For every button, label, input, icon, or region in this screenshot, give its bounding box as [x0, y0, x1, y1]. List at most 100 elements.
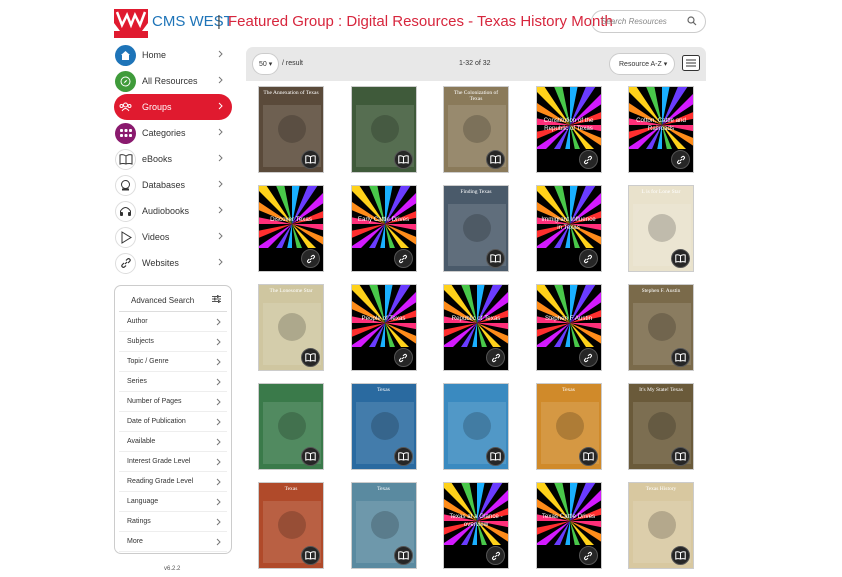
book-icon[interactable] — [393, 150, 413, 169]
resource-card[interactable]: The Annexation of Texas — [258, 86, 324, 173]
resource-card[interactable]: The Lonesome Star — [258, 284, 324, 371]
filter-language[interactable]: Language — [119, 492, 227, 512]
book-icon[interactable] — [301, 150, 320, 169]
sidebar-item-websites[interactable]: Websites — [114, 250, 232, 276]
categories-icon — [115, 122, 136, 144]
resource-title: Texas Cattle Drives — [541, 513, 596, 520]
advanced-search-panel: Advanced Search Author Subjects Topic / Ge… — [114, 285, 232, 554]
advanced-search-title: Advanced Search — [131, 296, 195, 305]
book-icon[interactable] — [301, 348, 320, 367]
per-page-label: / result — [282, 60, 304, 67]
resource-card[interactable]: Texas — [350, 383, 417, 470]
resource-card[interactable]: Texas Cattle Drives — [535, 482, 602, 569]
filter-number-of-pages[interactable]: Number of Pages — [119, 392, 227, 412]
resource-card[interactable]: Republic of Texas — [443, 284, 509, 371]
sidebar-item-label: Videos — [142, 232, 170, 242]
filter-date-of-publication[interactable]: Date of Publication — [119, 412, 227, 432]
filter-label: Author — [127, 318, 148, 325]
list-view-icon[interactable] — [682, 55, 700, 71]
filter-more[interactable]: More — [119, 532, 227, 552]
resource-card[interactable]: Texas at a Glance - overview — [443, 482, 509, 569]
link-icon[interactable] — [393, 249, 413, 268]
link-icon[interactable] — [486, 348, 505, 367]
book-icon[interactable] — [486, 249, 505, 268]
school-logo[interactable] — [114, 9, 148, 39]
filter-available[interactable]: Available — [119, 432, 227, 452]
book-icon[interactable] — [486, 447, 505, 466]
filter-reading-grade-level[interactable]: Reading Grade Level — [119, 472, 227, 492]
resource-card[interactable]: Texas History — [628, 482, 694, 569]
chevron-down-icon: ▾ — [268, 61, 273, 68]
cover-title: Stephen F. Austin — [641, 288, 681, 294]
resource-title: Texas at a Glance - overview — [449, 513, 503, 529]
link-icon[interactable] — [393, 348, 413, 367]
sidebar-item-audiobooks[interactable]: Audiobooks — [114, 198, 232, 224]
book-icon[interactable] — [671, 546, 690, 565]
filter-interest-grade-level[interactable]: Interest Grade Level — [119, 452, 227, 472]
sidebar-item-databases[interactable]: Databases — [114, 172, 232, 198]
filter-topic-genre[interactable]: Topic / Genre — [119, 352, 227, 372]
book-icon[interactable] — [578, 447, 598, 466]
link-icon[interactable] — [578, 249, 598, 268]
resource-card[interactable] — [258, 383, 324, 470]
filter-subjects[interactable]: Subjects — [119, 332, 227, 352]
sidebar-item-videos[interactable]: Videos — [114, 224, 232, 250]
advanced-search-header[interactable]: Advanced Search — [119, 286, 227, 312]
sidebar-item-groups[interactable]: Groups — [114, 94, 232, 120]
resource-card[interactable]: Constitution of the Republic of Texas — [535, 86, 602, 173]
book-icon[interactable] — [671, 447, 690, 466]
resource-card[interactable]: Finding Texas — [443, 185, 509, 272]
sidebar-item-all-resources[interactable]: All Resources — [114, 68, 232, 94]
book-icon[interactable] — [393, 447, 413, 466]
cover-title: Finding Texas — [460, 189, 492, 195]
resource-card[interactable]: Texas — [350, 482, 417, 569]
groups-icon — [115, 97, 136, 118]
cover-title: The Colonization of Texas — [453, 90, 499, 102]
link-icon[interactable] — [578, 348, 598, 367]
book-icon[interactable] — [301, 447, 320, 466]
filter-series[interactable]: Series — [119, 372, 227, 392]
resource-card[interactable]: L is for Lone Star — [628, 185, 694, 272]
resource-card[interactable]: Texas — [535, 383, 602, 470]
link-icon[interactable] — [301, 249, 320, 268]
filter-label: Available — [127, 438, 156, 445]
resource-card[interactable]: Stephen F. Austin — [628, 284, 694, 371]
book-icon[interactable] — [301, 546, 320, 565]
link-icon[interactable] — [671, 150, 690, 169]
cover-title: Texas — [284, 486, 298, 492]
resource-title: Immigrant Influence in Texas — [541, 216, 596, 232]
resource-card[interactable]: The Colonization of Texas — [443, 86, 509, 173]
resource-card[interactable]: It's My State! Texas — [628, 383, 694, 470]
filter-author[interactable]: Author — [119, 312, 227, 332]
link-icon[interactable] — [578, 546, 598, 565]
sidebar-item-ebooks[interactable]: eBooks — [114, 146, 232, 172]
filter-ratings[interactable]: Ratings — [119, 512, 227, 532]
sort-select[interactable]: Resource A-Z ▾ — [609, 53, 675, 75]
link-icon[interactable] — [578, 150, 598, 169]
cover-title: Texas History — [645, 486, 677, 492]
resource-card[interactable]: Cotton, Cattle and Railroads — [628, 86, 694, 173]
per-page-select[interactable]: 50 ▾ — [252, 53, 279, 75]
search-input[interactable]: Search Resources — [591, 10, 706, 33]
resource-card[interactable] — [350, 86, 417, 173]
book-icon[interactable] — [393, 546, 413, 565]
chevron-right-icon — [218, 180, 223, 190]
resource-card[interactable]: Discover Texas — [258, 185, 324, 272]
book-icon[interactable] — [486, 150, 505, 169]
resource-card[interactable]: People of Texas — [350, 284, 417, 371]
link-icon[interactable] — [486, 546, 505, 565]
book-icon[interactable] — [671, 348, 690, 367]
sidebar-item-categories[interactable]: Categories — [114, 120, 232, 146]
filter-label: Ratings — [127, 518, 151, 525]
resource-card[interactable]: Texas — [258, 482, 324, 569]
play-icon — [115, 226, 136, 248]
resource-card[interactable]: Early Cattle Drives — [350, 185, 417, 272]
resource-card[interactable]: Immigrant Influence in Texas — [535, 185, 602, 272]
sidebar-item-home[interactable]: Home — [114, 42, 232, 68]
search-icon[interactable] — [687, 16, 697, 26]
book-icon[interactable] — [671, 249, 690, 268]
resource-card[interactable] — [443, 383, 509, 470]
filter-sliders-icon[interactable] — [212, 295, 221, 303]
sidebar-item-label: Databases — [142, 180, 186, 190]
resource-card[interactable]: Stephen F Austin — [535, 284, 602, 371]
